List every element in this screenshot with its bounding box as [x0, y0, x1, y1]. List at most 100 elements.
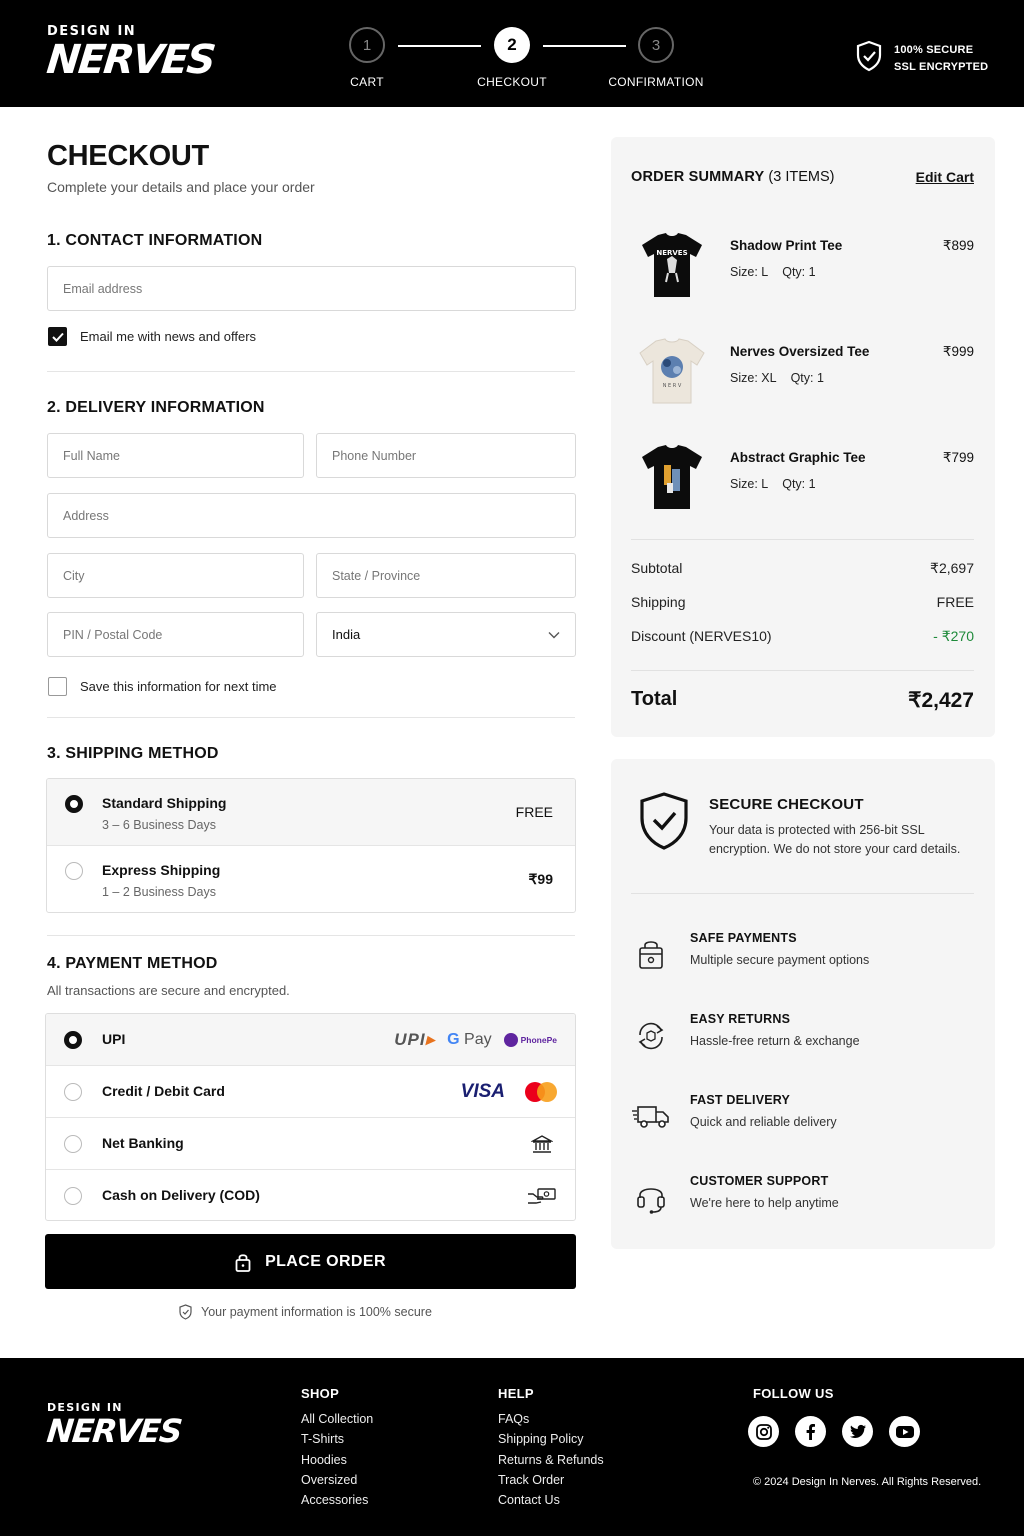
- secure-checkout-title: SECURE CHECKOUT: [709, 796, 864, 813]
- item-name: Nerves Oversized Tee: [730, 344, 870, 359]
- footer-heading: HELP: [498, 1386, 534, 1401]
- item-price: ₹999: [942, 344, 974, 359]
- email-field[interactable]: [47, 266, 576, 311]
- feature-desc: Multiple secure payment options: [690, 953, 870, 967]
- product-image[interactable]: [631, 436, 713, 518]
- social-links: [748, 1416, 920, 1447]
- radio-button[interactable]: [64, 1187, 82, 1205]
- secure-checkout-panel: SECURE CHECKOUT Your data is protected w…: [611, 759, 995, 1249]
- payment-name: Credit / Debit Card: [102, 1083, 225, 1099]
- mastercard-logo: [525, 1082, 557, 1102]
- shipping-option-standard[interactable]: Standard Shipping 3 – 6 Business Days FR…: [47, 779, 575, 846]
- shield-check-icon: [855, 40, 883, 77]
- footer-link[interactable]: T-Shirts: [301, 1429, 373, 1449]
- facebook-icon[interactable]: [795, 1416, 826, 1447]
- footer-link[interactable]: Oversized: [301, 1470, 373, 1490]
- total-row: Total ₹2,427: [631, 688, 974, 713]
- payment-option-cod[interactable]: Cash on Delivery (COD): [46, 1170, 575, 1220]
- payment-option-card[interactable]: Credit / Debit Card VISA: [46, 1066, 575, 1118]
- place-order-button[interactable]: PLACE ORDER: [45, 1234, 576, 1289]
- payment-option-netbanking[interactable]: Net Banking: [46, 1118, 575, 1170]
- footer-link[interactable]: Returns & Refunds: [498, 1450, 604, 1470]
- step-label: CHECKOUT: [477, 75, 547, 89]
- newsletter-checkbox[interactable]: [48, 327, 67, 346]
- section-divider: [47, 717, 575, 718]
- shield-check-icon: [179, 1304, 192, 1320]
- cash-hand-icon: [527, 1170, 557, 1220]
- delivery-heading: 2. DELIVERY INFORMATION: [47, 399, 265, 416]
- feature-desc: Quick and reliable delivery: [690, 1115, 837, 1129]
- footer-link[interactable]: Shipping Policy: [498, 1429, 604, 1449]
- cart-item: N E R V Nerves Oversized Tee Size: XL Qty…: [631, 330, 974, 420]
- save-info-checkbox[interactable]: [48, 677, 67, 696]
- edit-cart-link[interactable]: Edit Cart: [916, 169, 974, 185]
- instagram-icon[interactable]: [748, 1416, 779, 1447]
- summary-divider: [631, 539, 974, 540]
- phone-field[interactable]: [316, 433, 576, 478]
- feature-desc: Hassle-free return & exchange: [690, 1034, 860, 1048]
- pin-field[interactable]: [47, 612, 304, 657]
- radio-button[interactable]: [64, 1083, 82, 1101]
- page-subtitle: Complete your details and place your ord…: [47, 179, 315, 195]
- total-label: Total: [631, 688, 678, 710]
- phone-input[interactable]: [317, 434, 575, 477]
- summary-count: (3 ITEMS): [768, 169, 835, 185]
- city-field[interactable]: [47, 553, 304, 598]
- shipping-price: FREE: [515, 804, 553, 820]
- footer-link[interactable]: FAQs: [498, 1409, 604, 1429]
- footer-heading: SHOP: [301, 1386, 340, 1401]
- newsletter-label: Email me with news and offers: [80, 329, 257, 344]
- visa-logo: VISA: [460, 1081, 505, 1102]
- country-select[interactable]: India: [316, 612, 576, 657]
- state-field[interactable]: [316, 553, 576, 598]
- feature-desc: We're here to help anytime: [690, 1196, 839, 1210]
- product-image[interactable]: N E R V: [631, 330, 713, 412]
- radio-button[interactable]: [64, 1135, 82, 1153]
- email-input[interactable]: [48, 267, 575, 310]
- shipping-option-express[interactable]: Express Shipping 1 – 2 Business Days ₹99: [47, 846, 575, 912]
- address-input[interactable]: [48, 494, 575, 537]
- item-price: ₹899: [942, 238, 974, 253]
- secure-line2: SSL ENCRYPTED: [894, 60, 989, 73]
- subtotal-label: Subtotal: [631, 560, 683, 576]
- full-name-field[interactable]: [47, 433, 304, 478]
- footer-logo[interactable]: DESIGN IN NERVES: [45, 1402, 183, 1451]
- total-value: ₹2,427: [908, 689, 974, 712]
- payment-option-upi[interactable]: UPI UPI▸ G Pay PhonePe: [46, 1014, 575, 1066]
- radio-button[interactable]: [65, 795, 83, 813]
- secure-badge: 100% SECURE SSL ENCRYPTED: [855, 40, 988, 77]
- site-footer: DESIGN IN NERVES SHOP All Collection T-S…: [0, 1358, 1024, 1536]
- save-info-checkbox-row[interactable]: Save this information for next time: [48, 677, 277, 696]
- tshirt-image: N E R V: [639, 338, 705, 404]
- brand-logo[interactable]: DESIGN IN NERVES: [44, 25, 217, 84]
- footer-link[interactable]: All Collection: [301, 1409, 373, 1429]
- step-cart[interactable]: 1 CART: [317, 27, 417, 89]
- item-meta: Size: XL Qty: 1: [730, 371, 824, 385]
- radio-button[interactable]: [64, 1031, 82, 1049]
- footer-follow-column: FOLLOW US: [753, 1386, 834, 1409]
- footer-link[interactable]: Contact Us: [498, 1490, 604, 1510]
- feature-easy-returns: EASY RETURNS Hassle-free return & exchan…: [631, 1012, 974, 1062]
- footer-link[interactable]: Hoodies: [301, 1450, 373, 1470]
- brand-main: NERVES: [44, 37, 217, 83]
- state-input[interactable]: [317, 554, 575, 597]
- item-name: Shadow Print Tee: [730, 238, 843, 253]
- full-name-input[interactable]: [48, 434, 303, 477]
- pin-input[interactable]: [48, 613, 303, 656]
- twitter-icon[interactable]: [842, 1416, 873, 1447]
- footer-link[interactable]: Accessories: [301, 1490, 373, 1510]
- city-input[interactable]: [48, 554, 303, 597]
- step-number: 1: [349, 27, 385, 63]
- shipping-value: FREE: [936, 594, 974, 610]
- radio-button[interactable]: [65, 862, 83, 880]
- payment-name: Net Banking: [102, 1135, 184, 1151]
- product-image[interactable]: NERVES: [631, 224, 713, 306]
- svg-text:NERVES: NERVES: [656, 249, 687, 257]
- checkout-steps: 1 CART 2 CHECKOUT 3 CONFIRMATION: [340, 27, 720, 89]
- newsletter-checkbox-row[interactable]: Email me with news and offers: [48, 327, 256, 346]
- footer-heading: FOLLOW US: [753, 1386, 834, 1401]
- footer-link[interactable]: Track Order: [498, 1470, 604, 1490]
- address-field[interactable]: [47, 493, 576, 538]
- shipping-days: 1 – 2 Business Days: [102, 885, 216, 899]
- youtube-icon[interactable]: [889, 1416, 920, 1447]
